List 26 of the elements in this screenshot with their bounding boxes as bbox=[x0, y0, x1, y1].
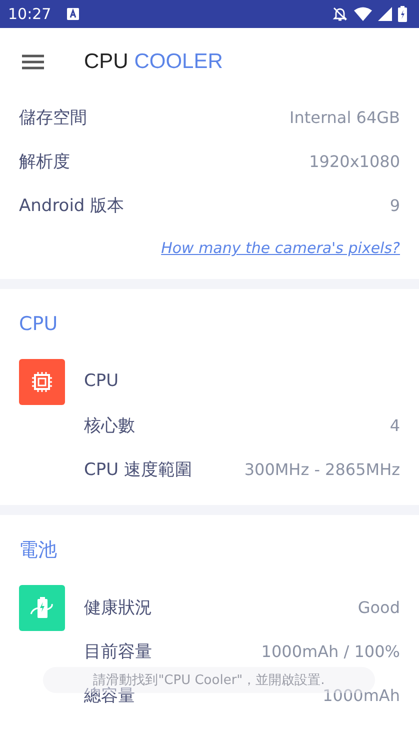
app-title: CPU COOLER bbox=[84, 50, 223, 74]
signal-icon bbox=[378, 7, 392, 21]
bell-off-icon bbox=[332, 6, 348, 22]
battery-icon bbox=[398, 6, 407, 22]
info-value: 300MHz - 2865MHz bbox=[244, 460, 400, 478]
info-label: 儲存空間 bbox=[19, 106, 87, 128]
info-value: 1000mAh / 100% bbox=[261, 642, 400, 660]
info-value: 1920x1080 bbox=[309, 152, 400, 170]
info-value: Good bbox=[358, 598, 400, 616]
info-label: 核心數 bbox=[84, 414, 135, 436]
info-label: CPU bbox=[84, 371, 119, 391]
info-label: Android 版本 bbox=[19, 194, 124, 216]
info-value: 4 bbox=[390, 416, 400, 434]
wifi-icon bbox=[354, 7, 372, 21]
section-title: CPU bbox=[18, 312, 59, 337]
status-time: 10:27 bbox=[8, 5, 52, 23]
info-label: 解析度 bbox=[19, 150, 70, 172]
notification-icon bbox=[67, 8, 80, 20]
info-label: 健康狀況 bbox=[84, 596, 152, 618]
camera-pixels-link[interactable]: How many the camera's pixels? bbox=[161, 239, 400, 257]
info-label: 目前容量 bbox=[84, 640, 152, 662]
section-title: 電池 bbox=[18, 538, 58, 563]
info-value: Internal 64GB bbox=[290, 108, 400, 126]
info-value: 9 bbox=[390, 196, 400, 214]
info-label: CPU 速度範圍 bbox=[84, 458, 192, 480]
menu-icon[interactable] bbox=[22, 54, 44, 70]
